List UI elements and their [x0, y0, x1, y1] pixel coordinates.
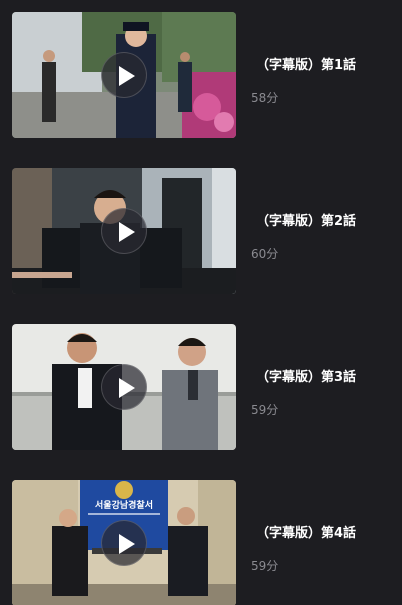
play-icon — [119, 66, 135, 86]
episode-title[interactable]: （字幕版）第4話 — [256, 522, 356, 541]
play-button[interactable] — [101, 520, 147, 566]
episode-thumbnail[interactable] — [12, 168, 236, 294]
episode-title[interactable]: （字幕版）第2話 — [256, 210, 356, 229]
episode-item-2[interactable]: （字幕版）第2話 60分 — [12, 168, 402, 294]
episode-thumbnail[interactable] — [12, 12, 236, 138]
episode-item-4[interactable]: 서울강남경찰서 （字幕版）第4話 59分 — [12, 480, 402, 605]
episode-list: （字幕版）第1話 58分 （字幕版）第2話 60分 （字幕版）第3話 59分 서… — [0, 0, 402, 605]
episode-item-3[interactable]: （字幕版）第3話 59分 — [12, 324, 402, 450]
episode-title[interactable]: （字幕版）第3話 — [256, 366, 356, 385]
episode-duration: 58分 — [251, 91, 279, 105]
police-station-banner-text: 서울강남경찰서 — [95, 499, 153, 511]
play-icon — [119, 534, 135, 554]
episode-duration: 60分 — [251, 247, 279, 261]
play-button[interactable] — [101, 364, 147, 410]
episode-thumbnail[interactable] — [12, 324, 236, 450]
play-icon — [119, 222, 135, 242]
play-button[interactable] — [101, 208, 147, 254]
episode-duration: 59分 — [251, 559, 279, 573]
play-icon — [119, 378, 135, 398]
episode-duration: 59分 — [251, 403, 279, 417]
episode-item-1[interactable]: （字幕版）第1話 58分 — [12, 12, 402, 138]
play-button[interactable] — [101, 52, 147, 98]
episode-title[interactable]: （字幕版）第1話 — [256, 54, 356, 73]
episode-thumbnail[interactable]: 서울강남경찰서 — [12, 480, 236, 605]
